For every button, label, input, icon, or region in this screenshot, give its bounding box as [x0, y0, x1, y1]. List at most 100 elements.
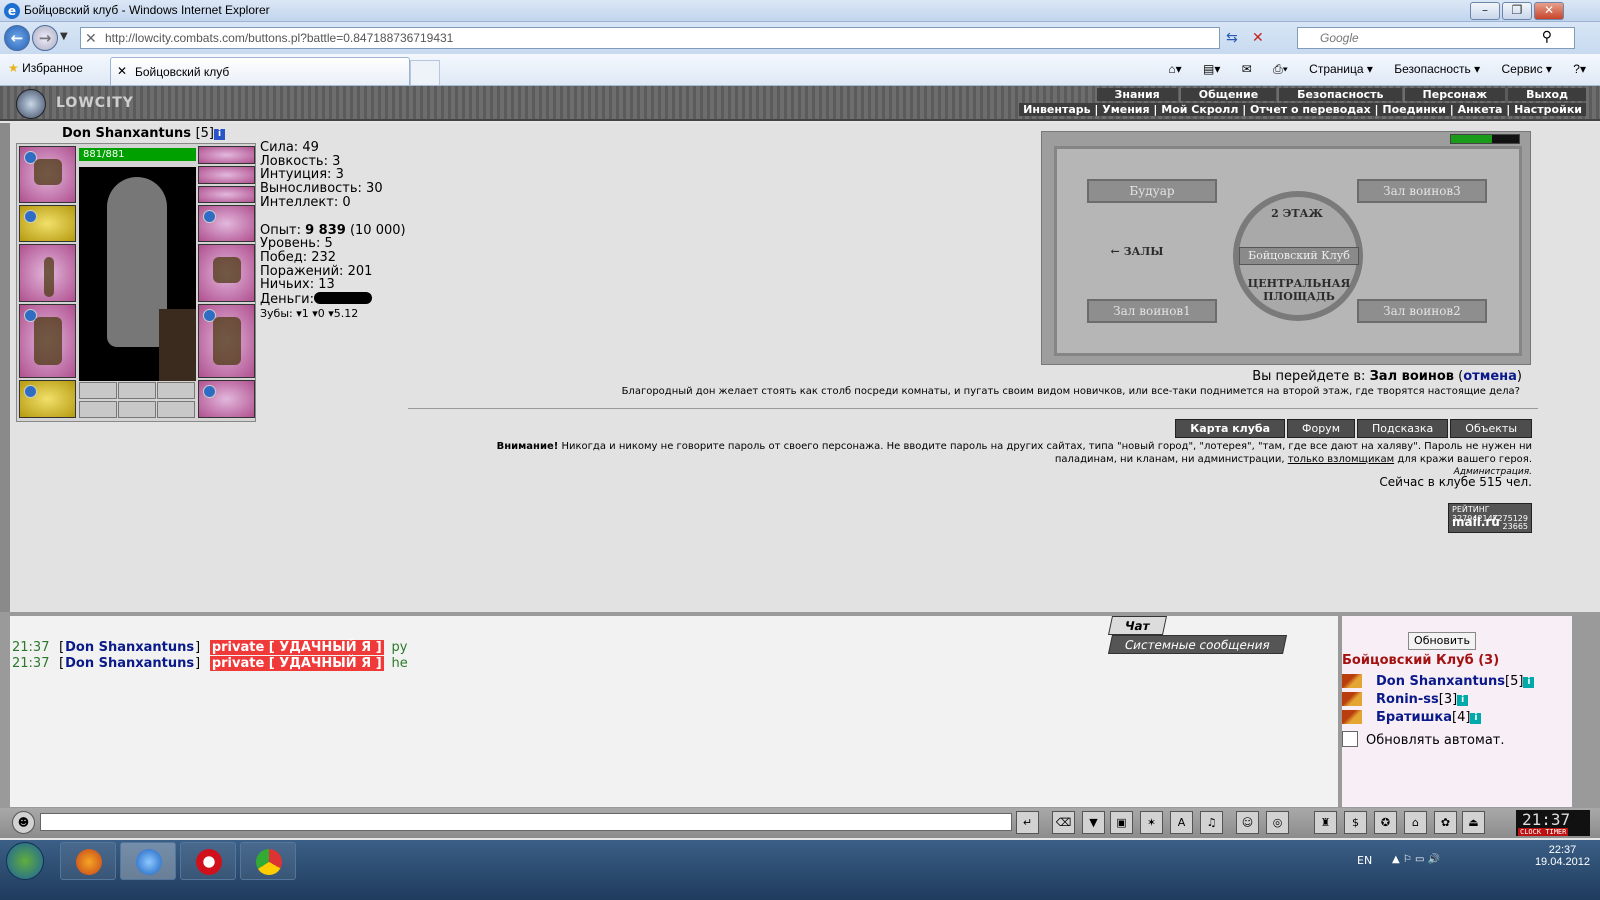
tab-chat[interactable]: Чат — [1107, 616, 1167, 635]
url-field[interactable]: ✕ http://lowcity.combats.com/buttons.pl?… — [80, 27, 1220, 49]
system-clock[interactable]: 22:37 19.04.2012 — [1535, 844, 1590, 868]
slot-rings[interactable] — [198, 186, 255, 203]
clan-icon[interactable]: ◎ — [1266, 811, 1289, 834]
save-icon[interactable]: ▣ — [1110, 811, 1133, 834]
refresh-icon[interactable]: ⇆ — [1226, 30, 1238, 46]
cmd-security[interactable]: Безопасность ▾ — [1394, 62, 1480, 76]
eraser-icon[interactable]: ⌫ — [1052, 811, 1075, 834]
opera-taskbar-button[interactable] — [180, 842, 236, 880]
back-button[interactable]: ← — [4, 25, 30, 51]
user-info-icon[interactable]: i — [1457, 695, 1469, 706]
skills-icon[interactable]: ✪ — [1374, 811, 1397, 834]
menu-personazh[interactable]: Персонаж — [1404, 88, 1506, 101]
slot-legs[interactable] — [198, 304, 255, 378]
tab-system-messages[interactable]: Системные сообщения — [1107, 635, 1287, 654]
cmd-tools[interactable]: Сервис ▾ — [1502, 62, 1552, 76]
user-item[interactable]: Don Shanxantuns[5] i — [1342, 674, 1535, 689]
inventory-icon[interactable]: ♜ — [1314, 811, 1337, 834]
private-msg-icon[interactable] — [1342, 674, 1362, 688]
user-name[interactable]: Братишка — [1376, 710, 1452, 725]
start-button[interactable] — [6, 842, 44, 880]
chat-input[interactable] — [40, 813, 1012, 831]
chat-log[interactable]: ЧатСистемные сообщения 21:37 [Don Shanxa… — [10, 616, 1338, 807]
money-icon[interactable]: $ — [1344, 811, 1367, 834]
objects-button[interactable]: Объекты — [1450, 419, 1532, 438]
mail-icon[interactable]: ✉ — [1242, 62, 1252, 76]
forum-button[interactable]: Форум — [1287, 419, 1355, 438]
slot-weapon[interactable] — [19, 244, 76, 302]
msg-author[interactable]: Don Shanxantuns — [65, 656, 194, 671]
pet-icon[interactable] — [159, 309, 196, 381]
firefox-taskbar-button[interactable] — [60, 842, 116, 880]
private-msg-icon[interactable] — [1342, 710, 1362, 724]
slot-boots[interactable] — [198, 380, 255, 418]
msg-private[interactable]: private [ УДАЧНЫЙ Я ] — [209, 640, 384, 655]
translit-icon[interactable]: A — [1170, 811, 1193, 834]
tab-fight-club[interactable]: ✕ Бойцовский клуб — [110, 57, 410, 85]
halls-label[interactable]: ← ЗАЛЫ — [1097, 245, 1177, 258]
hackers-link[interactable]: только взломщикам — [1288, 454, 1394, 465]
slot-armor[interactable] — [19, 304, 76, 378]
help-icon[interactable]: ?▾ — [1573, 62, 1586, 76]
fight-icon[interactable]: ✶ — [1140, 811, 1163, 834]
menu-znaniya[interactable]: Знания — [1096, 88, 1178, 101]
slot-shield[interactable] — [198, 244, 255, 302]
user-name[interactable]: Ronin-ss — [1376, 692, 1439, 707]
home-icon[interactable]: ⌂ — [1404, 811, 1427, 834]
sub-menu[interactable]: Инвентарь | Умения | Мой Скролл | Отчет … — [1019, 103, 1586, 116]
ie-taskbar-button[interactable] — [120, 842, 176, 880]
room-buduar[interactable]: Будуар — [1087, 179, 1217, 203]
slot-empty3[interactable] — [157, 401, 195, 418]
user-info-icon[interactable]: i — [1523, 677, 1535, 688]
slot-helmet[interactable] — [19, 146, 76, 203]
new-tab-button[interactable] — [410, 60, 440, 85]
msg-author[interactable]: Don Shanxantuns — [65, 640, 194, 655]
floor2-label[interactable]: 2 ЭТАЖ — [1257, 207, 1337, 220]
slot-ring2[interactable] — [118, 382, 156, 399]
home-icon[interactable]: ⌂▾ — [1168, 62, 1181, 76]
auto-refresh-checkbox[interactable] — [1342, 731, 1358, 747]
flower-icon[interactable]: ✿ — [1434, 811, 1457, 834]
slot-earring[interactable] — [198, 146, 255, 164]
room-warriors2[interactable]: Зал воинов2 — [1357, 299, 1487, 323]
smiley-face-icon[interactable]: ☻ — [12, 811, 35, 834]
slot-belt[interactable] — [19, 380, 76, 418]
tray-icons[interactable]: ▲ ⚐ ▭ 🔊 — [1392, 854, 1440, 865]
stop-icon[interactable]: ✕ — [1252, 30, 1264, 46]
cmd-page[interactable]: Страница ▾ — [1309, 62, 1373, 76]
msg-time[interactable]: 21:37 — [12, 640, 49, 655]
sound-icon[interactable]: ♫ — [1200, 811, 1223, 834]
room-warriors1[interactable]: Зал воинов1 — [1087, 299, 1217, 323]
search-icon[interactable]: ⚲ — [1542, 29, 1552, 45]
feeds-icon[interactable]: ▤▾ — [1203, 62, 1220, 76]
central-square-label[interactable]: ЦЕНТРАЛЬНАЯ ПЛОЩАДЬ — [1239, 277, 1359, 303]
user-item[interactable]: Братишка[4] i — [1342, 710, 1482, 725]
slot-gloves[interactable] — [198, 205, 255, 242]
slot-bracers[interactable] — [19, 205, 76, 242]
smiles-icon[interactable]: ☺ — [1236, 811, 1259, 834]
chrome-taskbar-button[interactable] — [240, 842, 296, 880]
language-indicator[interactable]: EN — [1357, 854, 1372, 867]
user-info-icon[interactable]: i — [1470, 713, 1482, 724]
msg-private[interactable]: private [ УДАЧНЫЙ Я ] — [209, 656, 384, 671]
cancel-link[interactable]: отмена — [1463, 369, 1517, 384]
mailru-rating[interactable]: РЕЙТИНГ 32794214K mail.ru 7275129 23665 — [1448, 503, 1532, 533]
character-name[interactable]: Don Shanxantuns [5] i — [62, 126, 225, 141]
menu-obshchenie[interactable]: Общение — [1180, 88, 1277, 101]
info-icon[interactable]: i — [213, 129, 225, 140]
refresh-button[interactable]: Обновить — [1408, 632, 1476, 650]
user-item[interactable]: Ronin-ss[3] i — [1342, 692, 1469, 707]
user-name[interactable]: Don Shanxantuns — [1376, 674, 1505, 689]
fight-club-room[interactable]: Бойцовский Клуб — [1239, 247, 1359, 265]
room-warriors3[interactable]: Зал воинов3 — [1357, 179, 1487, 203]
history-dropdown-icon[interactable]: ▼ — [60, 31, 68, 42]
private-msg-icon[interactable] — [1342, 692, 1362, 706]
send-icon[interactable]: ↵ — [1016, 811, 1039, 834]
favorites-button[interactable]: ★ Избранное — [8, 61, 83, 75]
slot-ring3[interactable] — [157, 382, 195, 399]
exit-icon[interactable]: ⏏ — [1462, 811, 1485, 834]
print-icon[interactable]: ⎙▾ — [1273, 62, 1288, 76]
msg-time[interactable]: 21:37 — [12, 656, 49, 671]
search-input[interactable]: Google ⚲ — [1297, 27, 1575, 49]
slot-ring1[interactable] — [79, 382, 117, 399]
